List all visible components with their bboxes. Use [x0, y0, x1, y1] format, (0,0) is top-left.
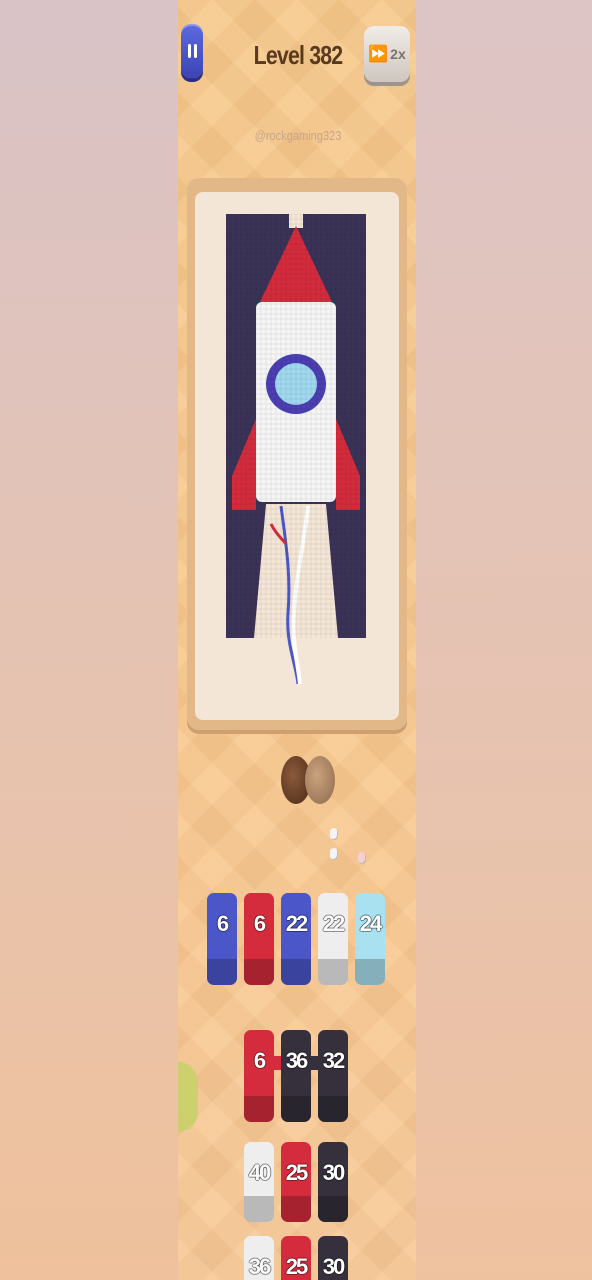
block-count: 22 [322, 911, 345, 936]
spool-light [305, 756, 335, 804]
queue-block[interactable]: 22 [281, 893, 311, 985]
block-count: 6 [216, 911, 229, 936]
falling-bead [330, 828, 338, 840]
left-backdrop [0, 0, 178, 1280]
block-count: 30 [322, 1160, 345, 1185]
block-count: 36 [248, 1254, 271, 1279]
grid-block[interactable]: 36 [244, 1236, 274, 1280]
falling-bead [358, 852, 366, 864]
speed-label: 2x [390, 46, 406, 62]
block-count: 24 [359, 911, 382, 936]
fast-forward-icon: ⏩ [368, 46, 389, 63]
bead-grid-texture [226, 214, 366, 638]
block-count: 30 [322, 1254, 345, 1279]
block-count: 40 [248, 1160, 271, 1185]
grid-block[interactable]: 30 [318, 1236, 348, 1280]
leaf-decoration [178, 1062, 198, 1132]
grid-block[interactable]: 25 [281, 1236, 311, 1280]
block-count: 36 [285, 1048, 308, 1073]
grid-block[interactable]: 36 [281, 1030, 311, 1122]
queue-block[interactable]: 6 [244, 893, 274, 985]
game-screen: Level 382 ⏩ 2x @rockgaming323 6 6 22 22 … [178, 0, 416, 1280]
grid-block[interactable]: 40 [244, 1142, 274, 1222]
queue-block[interactable]: 6 [207, 893, 237, 985]
falling-bead [330, 848, 338, 860]
block-count: 32 [322, 1048, 345, 1073]
thread-feeder [281, 756, 341, 806]
block-count: 25 [285, 1254, 308, 1279]
right-backdrop [416, 0, 592, 1280]
block-count: 6 [253, 1048, 266, 1073]
grid-block[interactable]: 32 [318, 1030, 348, 1122]
speed-toggle-button[interactable]: ⏩ 2x [364, 26, 410, 82]
grid-block[interactable]: 25 [281, 1142, 311, 1222]
grid-block[interactable]: 6 [244, 1030, 274, 1122]
pause-button[interactable] [181, 24, 203, 78]
creator-handle: @rockgaming323 [254, 128, 342, 143]
block-count: 22 [285, 911, 308, 936]
pause-icon [187, 44, 197, 58]
grid-block[interactable]: 30 [318, 1142, 348, 1222]
block-count: 6 [253, 911, 266, 936]
rocket-pixel-art [226, 214, 366, 684]
queue-block[interactable]: 22 [318, 893, 348, 985]
queue-block[interactable]: 24 [355, 893, 385, 985]
block-count: 25 [285, 1160, 308, 1185]
level-title: Level 382 [253, 40, 343, 70]
